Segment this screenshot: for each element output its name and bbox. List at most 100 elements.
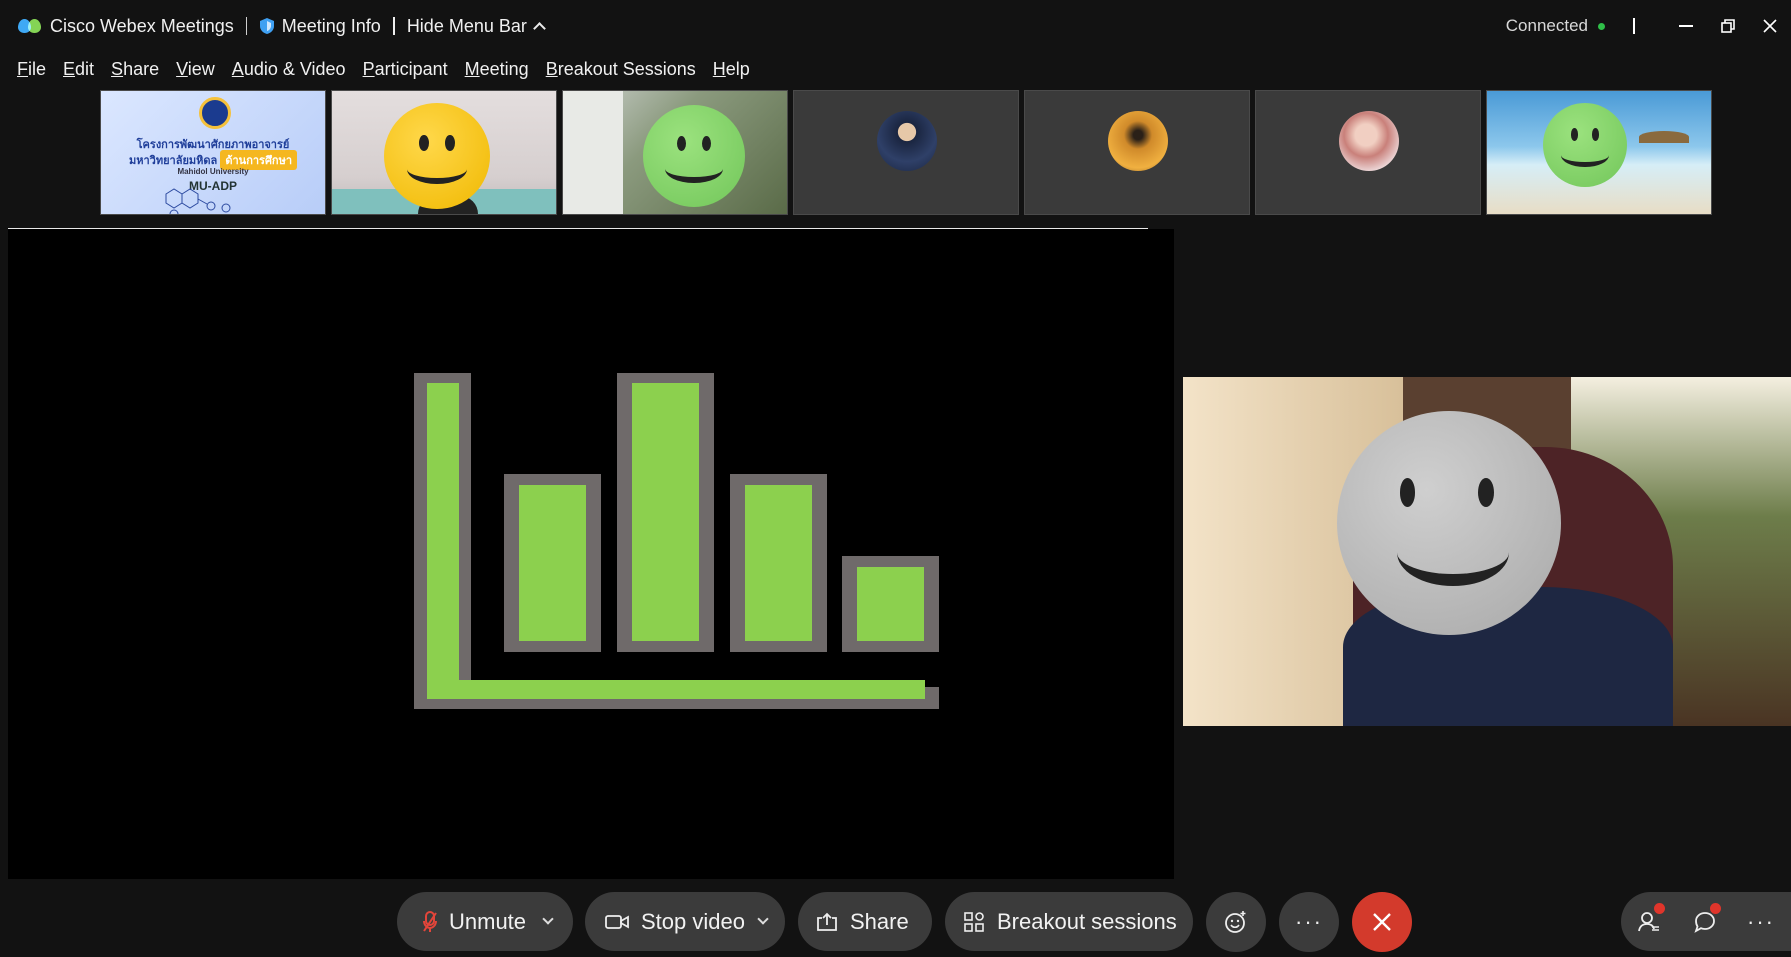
more-icon: ··· <box>1295 909 1323 934</box>
menu-share[interactable]: Share <box>111 59 159 80</box>
meeting-info-label: Meeting Info <box>281 15 381 36</box>
hide-menu-label: Hide Menu Bar <box>406 15 527 36</box>
breakout-sessions-button[interactable]: Breakout sessions <box>945 892 1193 951</box>
more-icon: ··· <box>1747 908 1775 934</box>
menu-view[interactable]: View <box>176 59 215 80</box>
face-emoji-icon <box>643 105 745 207</box>
notification-badge <box>1654 903 1665 914</box>
share-label: Share <box>850 908 909 934</box>
level-bar <box>504 474 601 652</box>
video-background <box>563 91 623 214</box>
participant-thumbnail[interactable]: โครงการพัฒนาศักยภาพอาจารย์ มหาวิทยาลัยมห… <box>100 90 326 215</box>
face-emoji-icon <box>1543 103 1627 187</box>
meeting-info-button[interactable]: Meeting Info <box>259 16 381 37</box>
self-view-video[interactable] <box>1183 377 1791 726</box>
close-window-button[interactable] <box>1749 0 1791 52</box>
stop-video-button[interactable]: Stop video <box>585 892 785 951</box>
menu-label: articipant <box>374 58 448 79</box>
speaker-level-graphic <box>414 373 939 709</box>
avatar <box>877 111 937 171</box>
menu-label: dit <box>75 58 95 79</box>
avatar <box>1339 111 1399 171</box>
video-background <box>1639 131 1689 143</box>
divider <box>245 17 247 35</box>
emoji-eye <box>676 135 686 151</box>
close-icon <box>1373 913 1391 931</box>
menu-label: reakout Sessions <box>557 58 696 79</box>
menu-breakout-sessions[interactable]: Breakout Sessions <box>546 59 696 80</box>
stop-video-label: Stop video <box>641 908 745 934</box>
main-stage <box>8 229 1174 879</box>
shield-icon <box>259 18 274 34</box>
menu-mnemonic: S <box>111 58 124 79</box>
menu-mnemonic: A <box>231 58 244 79</box>
more-options-button[interactable]: ··· <box>1279 892 1339 952</box>
emoji-eye <box>1478 478 1494 508</box>
face-emoji-icon <box>384 103 490 209</box>
reactions-button[interactable] <box>1206 892 1266 952</box>
menu-mnemonic: H <box>712 58 726 79</box>
chat-panel-button[interactable] <box>1677 892 1733 951</box>
more-panels-button[interactable]: ··· <box>1733 892 1789 951</box>
participant-thumbnail[interactable] <box>1024 90 1250 215</box>
divider <box>1633 18 1635 34</box>
hide-menu-bar-button[interactable]: Hide Menu Bar <box>406 15 546 37</box>
panel-controls: ··· <box>1621 892 1791 951</box>
participant-thumbnail[interactable] <box>1255 90 1481 215</box>
menu-label: hare <box>123 58 160 79</box>
video-camera-icon <box>605 913 629 931</box>
unmute-label: Unmute <box>449 908 527 934</box>
menu-edit[interactable]: Edit <box>63 59 94 80</box>
menu-label: udio & Video <box>243 58 346 79</box>
menu-label: iew <box>187 58 215 79</box>
menu-label: elp <box>725 58 750 79</box>
participant-thumbnail[interactable] <box>793 90 1019 215</box>
emoji-eye <box>1570 128 1579 141</box>
participant-strip: โครงการพัฒนาศักยภาพอาจารย์ มหาวิทยาลัยมห… <box>100 90 1712 215</box>
emoji-mouth <box>665 154 723 183</box>
menu-mnemonic: V <box>176 58 188 79</box>
chevron-down-icon[interactable] <box>757 913 769 925</box>
emoji-eye <box>1591 128 1600 141</box>
emoji-eye <box>1399 478 1416 508</box>
menu-label: eeting <box>479 58 529 79</box>
menu-mnemonic: M <box>464 58 480 79</box>
close-icon <box>1763 19 1777 33</box>
menu-file[interactable]: File <box>17 59 46 80</box>
participant-thumbnail[interactable] <box>562 90 788 215</box>
leave-meeting-button[interactable] <box>1352 892 1412 952</box>
notification-badge <box>1710 903 1721 914</box>
emoji-mouth <box>1561 143 1609 167</box>
chevron-up-icon <box>533 22 546 35</box>
face-emoji-icon <box>1337 411 1561 635</box>
menu-mnemonic: F <box>17 58 28 79</box>
emoji-eye <box>702 135 712 151</box>
avatar <box>1108 111 1168 171</box>
restore-icon <box>1721 19 1735 33</box>
menu-help[interactable]: Help <box>713 59 750 80</box>
menu-mnemonic: P <box>362 58 375 79</box>
webex-logo-icon <box>18 17 42 35</box>
menu-participant[interactable]: Participant <box>363 59 448 80</box>
minimize-button[interactable] <box>1665 0 1707 52</box>
unmute-button[interactable]: Unmute <box>397 892 573 951</box>
emoji-mouth <box>1397 519 1510 586</box>
level-bar <box>842 556 939 652</box>
emoji-eye <box>445 134 455 151</box>
emoji-mouth <box>407 154 467 184</box>
menu-mnemonic: E <box>63 58 76 79</box>
menu-bar: File Edit Share View Audio & Video Parti… <box>0 52 1791 86</box>
share-button[interactable]: Share <box>798 892 932 951</box>
restore-button[interactable] <box>1707 0 1749 52</box>
menu-audio-video[interactable]: Audio & Video <box>232 59 346 80</box>
participant-thumbnail[interactable] <box>331 90 557 215</box>
molecule-graphic <box>165 188 231 214</box>
connection-status: Connected <box>1505 16 1588 35</box>
menu-meeting[interactable]: Meeting <box>465 59 529 80</box>
divider <box>392 17 395 35</box>
mic-muted-icon <box>423 910 437 933</box>
chevron-down-icon[interactable] <box>542 913 554 925</box>
participants-panel-button[interactable] <box>1621 892 1677 951</box>
participant-thumbnail[interactable] <box>1486 90 1712 215</box>
share-screen-icon <box>816 912 838 932</box>
